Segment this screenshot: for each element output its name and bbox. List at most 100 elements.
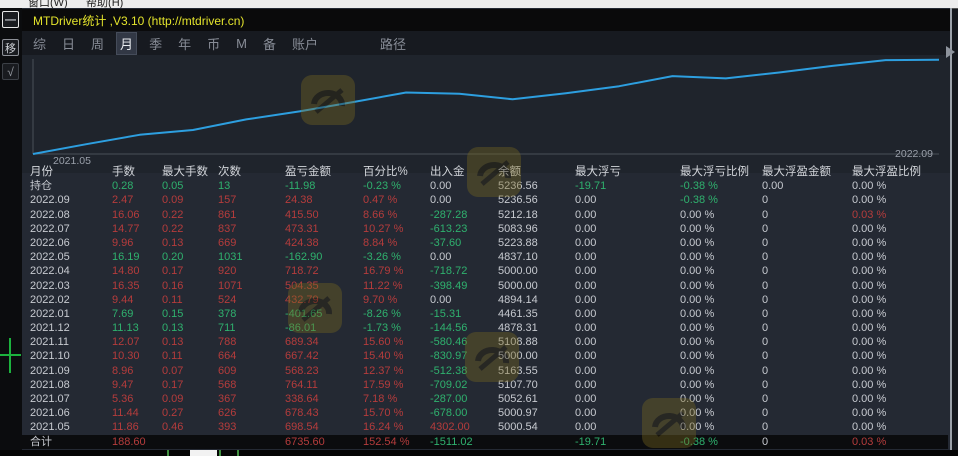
scroll-arrow-icon[interactable] — [946, 46, 955, 58]
tab-ji[interactable]: 季 — [146, 33, 165, 54]
table-row[interactable]: 2022.0316.350.161071504.3511.22 %-398.49… — [22, 279, 948, 293]
cell-pct: 9.70 % — [363, 293, 430, 307]
cell-max-float-loss: 0.00 — [575, 349, 680, 363]
cell-month: 2022.07 — [30, 222, 112, 236]
table-row[interactable]: 2021.089.470.17568764.1117.59 %-709.0251… — [22, 378, 948, 392]
x-axis-end-label: 2022.09 — [895, 148, 933, 160]
cell-max-float-profit-pct: 0.00 % — [852, 406, 938, 420]
cell-cashflow: 0.00 — [430, 179, 498, 193]
cell-max-float-profit: 0 — [762, 392, 852, 406]
cell-pct: 7.18 % — [363, 392, 430, 406]
cell-max-float-profit: 0 — [762, 264, 852, 278]
cell-cashflow: -15.31 — [430, 307, 498, 321]
cell-lots: 9.96 — [112, 236, 162, 250]
table-row[interactable]: 2021.1010.300.11664667.4215.40 %-830.975… — [22, 349, 948, 363]
cell-pnl: 24.38 — [285, 193, 363, 207]
col-header-lots: 手数 — [112, 165, 162, 179]
cell-pnl: 6735.60 — [285, 435, 363, 449]
move-tool-button[interactable]: 移 — [2, 39, 19, 56]
cell-month: 2022.04 — [30, 264, 112, 278]
tab-ri[interactable]: 日 — [59, 33, 78, 54]
cell-lots: 188.60 — [112, 435, 162, 449]
cell-max-float-profit-pct: 0.00 % — [852, 279, 938, 293]
stats-table: 月份手数最大手数次数盈亏金额百分比%出入金余额最大浮亏最大浮亏比例最大浮盈金额最… — [22, 165, 948, 449]
tab-zong[interactable]: 综 — [30, 33, 49, 54]
col-header-balance: 余额 — [498, 165, 575, 179]
tab-m[interactable]: M — [233, 35, 250, 52]
cell-max-lots: 0.09 — [162, 193, 218, 207]
table-row[interactable]: 2022.0414.800.17920718.7216.79 %-718.725… — [22, 264, 948, 278]
sqrt-tool-button[interactable]: √ — [2, 63, 19, 80]
table-row[interactable]: 2022.0816.060.22861415.508.66 %-287.2852… — [22, 208, 948, 222]
cell-balance: 5236.56 — [498, 193, 575, 207]
cell-max-lots: 0.20 — [162, 250, 218, 264]
cell-pct: -8.26 % — [363, 307, 430, 321]
cell-max-lots: 0.13 — [162, 335, 218, 349]
table-header-row: 月份手数最大手数次数盈亏金额百分比%出入金余额最大浮亏最大浮亏比例最大浮盈金额最… — [22, 165, 948, 179]
cell-cashflow: -613.23 — [430, 222, 498, 236]
app-window: MTDriver统计 ,V3.10 (http://mtdriver.cn) 综… — [22, 8, 951, 456]
cell-balance: 5108.88 — [498, 335, 575, 349]
cell-lots: 14.77 — [112, 222, 162, 236]
table-row[interactable]: 2021.0611.440.27626678.4315.70 %-678.005… — [22, 406, 948, 420]
cell-max-float-profit-pct: 0.00 % — [852, 250, 938, 264]
table-row[interactable]: 2021.1112.070.13788689.3415.60 %-580.465… — [22, 335, 948, 349]
cell-month: 2021.08 — [30, 378, 112, 392]
table-row[interactable]: 持仓0.280.0513-11.98-0.23 %0.005236.56-19.… — [22, 179, 948, 193]
cell-month: 2022.08 — [30, 208, 112, 222]
cell-pnl: 667.42 — [285, 349, 363, 363]
tab-zhou[interactable]: 周 — [88, 33, 107, 54]
cell-max-float-loss-pct: 0.00 % — [680, 236, 762, 250]
table-row[interactable]: 2021.0511.860.46393698.5416.24 %4302.005… — [22, 420, 948, 434]
table-row[interactable]: 2022.069.960.13669424.388.84 %-37.605223… — [22, 236, 948, 250]
cell-max-lots: 0.27 — [162, 406, 218, 420]
table-row[interactable]: 2022.029.440.11524432.799.70 %0.004894.1… — [22, 293, 948, 307]
tab-bei[interactable]: 备 — [260, 33, 279, 54]
cell-max-lots: 0.13 — [162, 236, 218, 250]
cell-month: 2021.12 — [30, 321, 112, 335]
tab-bi[interactable]: 币 — [204, 33, 223, 54]
cell-max-lots: 0.11 — [162, 293, 218, 307]
cell-cashflow: 0.00 — [430, 293, 498, 307]
table-row[interactable]: 2022.092.470.0915724.380.47 %0.005236.56… — [22, 193, 948, 207]
table-row[interactable]: 2022.0516.190.201031-162.90-3.26 %0.0048… — [22, 250, 948, 264]
table-row[interactable]: 2022.017.690.15378-401.65-8.26 %-15.3144… — [22, 307, 948, 321]
taskbar-item[interactable] — [190, 450, 217, 456]
cell-lots: 5.36 — [112, 392, 162, 406]
cell-max-float-loss-pct: 0.00 % — [680, 208, 762, 222]
cell-max-float-loss-pct: 0.00 % — [680, 378, 762, 392]
table-total-row[interactable]: 合计188.606735.60152.54 %-1511.02-19.71-0.… — [22, 435, 948, 449]
cell-max-float-loss-pct: 0.00 % — [680, 321, 762, 335]
cell-max-float-loss-pct: 0.00 % — [680, 335, 762, 349]
tab-zhanghu[interactable]: 账户 — [289, 33, 321, 54]
minimize-button[interactable]: — — [2, 11, 19, 28]
tab-yue[interactable]: 月 — [117, 33, 136, 54]
cell-month: 2022.05 — [30, 250, 112, 264]
cell-max-lots: 0.11 — [162, 349, 218, 363]
table-row[interactable]: 2021.1211.130.13711-86.01-1.73 %-144.564… — [22, 321, 948, 335]
cell-count: 609 — [218, 364, 285, 378]
equity-chart[interactable]: 2021.05 2022.09 — [22, 55, 951, 173]
window-title: MTDriver统计 ,V3.10 (http://mtdriver.cn) — [33, 12, 244, 29]
table-row[interactable]: 2021.075.360.09367338.647.18 %-287.00505… — [22, 392, 948, 406]
tab-nian[interactable]: 年 — [175, 33, 194, 54]
cell-pct: -0.23 % — [363, 179, 430, 193]
cell-count: 1031 — [218, 250, 285, 264]
cell-pnl: 424.38 — [285, 236, 363, 250]
cell-max-float-loss-pct: 0.00 % — [680, 222, 762, 236]
cell-lots: 16.06 — [112, 208, 162, 222]
cell-max-float-loss-pct: 0.00 % — [680, 349, 762, 363]
cell-lots: 16.19 — [112, 250, 162, 264]
cell-max-float-profit: 0 — [762, 406, 852, 420]
table-row[interactable]: 2021.098.960.07609568.2312.37 %-512.3851… — [22, 364, 948, 378]
tab-lujing[interactable]: 路径 — [377, 33, 409, 54]
cell-month: 2021.06 — [30, 406, 112, 420]
cell-max-float-profit-pct: 0.00 % — [852, 335, 938, 349]
cell-max-float-profit-pct: 0.00 % — [852, 264, 938, 278]
cell-max-float-profit: 0 — [762, 208, 852, 222]
table-row[interactable]: 2022.0714.770.22837473.3110.27 %-613.235… — [22, 222, 948, 236]
cell-cashflow: -287.00 — [430, 392, 498, 406]
cell-max-float-profit-pct: 0.00 % — [852, 179, 938, 193]
cell-balance: 5236.56 — [498, 179, 575, 193]
cell-max-float-loss-pct: 0.00 % — [680, 293, 762, 307]
